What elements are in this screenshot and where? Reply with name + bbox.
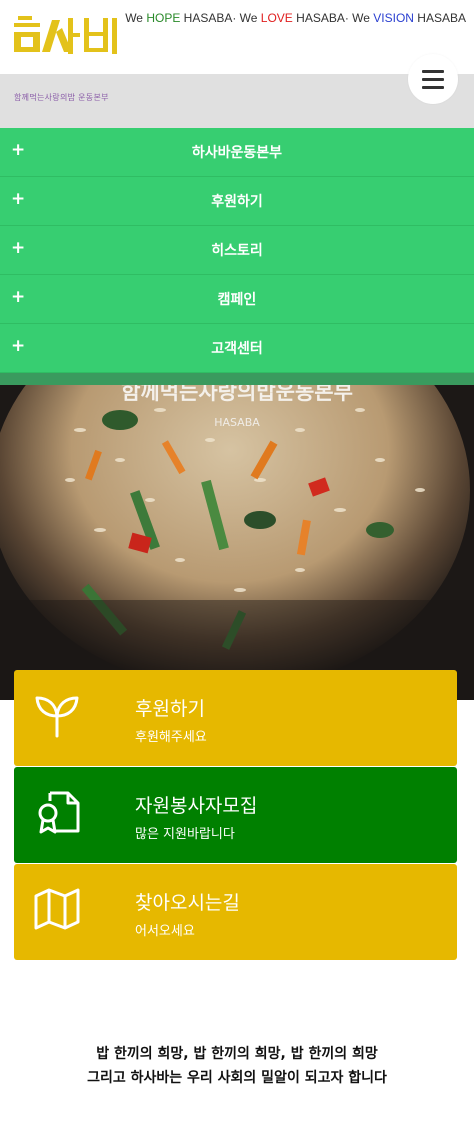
slogan-love: LOVE	[260, 11, 293, 25]
nav-item-hasaba-headquarters[interactable]: + 하사바운동본부	[0, 128, 474, 177]
plus-icon[interactable]: +	[11, 287, 25, 307]
map-icon	[34, 888, 80, 930]
certificate-document-icon	[38, 791, 80, 834]
logo-subtitle: 함께먹는사랑의밥 운동본부	[14, 93, 109, 102]
site-logo[interactable]	[12, 12, 122, 74]
hamburger-icon-line	[422, 69, 444, 73]
plus-icon[interactable]: +	[11, 336, 25, 356]
mission-line-1: 밥 한끼의 희망, 밥 한끼의 희망, 밥 한끼의 희망	[96, 1046, 378, 1062]
plus-icon[interactable]: +	[11, 238, 25, 258]
slogan: We HOPE HASABA· We LOVE HASABA· We VISIO…	[125, 11, 466, 25]
nav-item-campaign[interactable]: + 캠페인	[0, 275, 474, 324]
logo-mark	[14, 16, 117, 54]
hamburger-icon-line	[422, 77, 444, 81]
nav-item-donate[interactable]: + 후원하기	[0, 177, 474, 226]
slogan-vision: VISION	[373, 11, 414, 25]
slogan-hope: HOPE	[146, 11, 181, 25]
menu-toggle-button[interactable]	[408, 54, 458, 104]
plus-icon[interactable]: +	[11, 189, 25, 209]
nav-item-label: 하사바운동본부	[191, 145, 283, 161]
card-directions[interactable]: 찾아오시는길 어서오세요	[14, 864, 457, 960]
nav-item-label: 고객센터	[211, 341, 263, 357]
card-donate[interactable]: 후원하기 후원해주세요	[14, 670, 457, 766]
nav-item-label: 후원하기	[211, 194, 263, 210]
nav-divider	[0, 373, 474, 385]
mission-statement: 밥 한끼의 희망, 밥 한끼의 희망, 밥 한끼의 희망 그리고 하사바는 우리…	[0, 1042, 474, 1090]
sprout-icon	[35, 696, 79, 738]
card-title: 자원봉사자모집	[135, 795, 258, 817]
nav-item-label: 캠페인	[217, 292, 257, 308]
plus-icon[interactable]: +	[11, 140, 25, 160]
slogan-text: We	[125, 11, 147, 25]
card-subtitle: 후원해주세요	[135, 730, 207, 745]
mission-line-2: 그리고 하사바는 우리 사회의 밀알이 되고자 합니다	[87, 1070, 387, 1086]
card-subtitle: 어서오세요	[135, 924, 195, 939]
card-title: 찾아오시는길	[135, 892, 240, 914]
slogan-text: HASABA	[413, 11, 466, 25]
nav-item-label: 히스토리	[211, 243, 263, 259]
hero-subtitle: HASABA	[214, 416, 260, 429]
card-title: 후원하기	[135, 698, 205, 720]
hamburger-icon-line	[422, 85, 444, 89]
mobile-nav-menu: + 하사바운동본부 + 후원하기 + 히스토리 + 캠페인 + 고객센터	[0, 128, 474, 385]
card-volunteer[interactable]: 자원봉사자모집 많은 지원바랍니다	[14, 767, 457, 863]
card-subtitle: 많은 지원바랍니다	[135, 827, 235, 842]
slogan-text: HASABA· We	[292, 11, 374, 25]
nav-item-history[interactable]: + 히스토리	[0, 226, 474, 275]
slogan-text: HASABA· We	[180, 11, 261, 25]
nav-item-customer-center[interactable]: + 고객센터	[0, 324, 474, 373]
